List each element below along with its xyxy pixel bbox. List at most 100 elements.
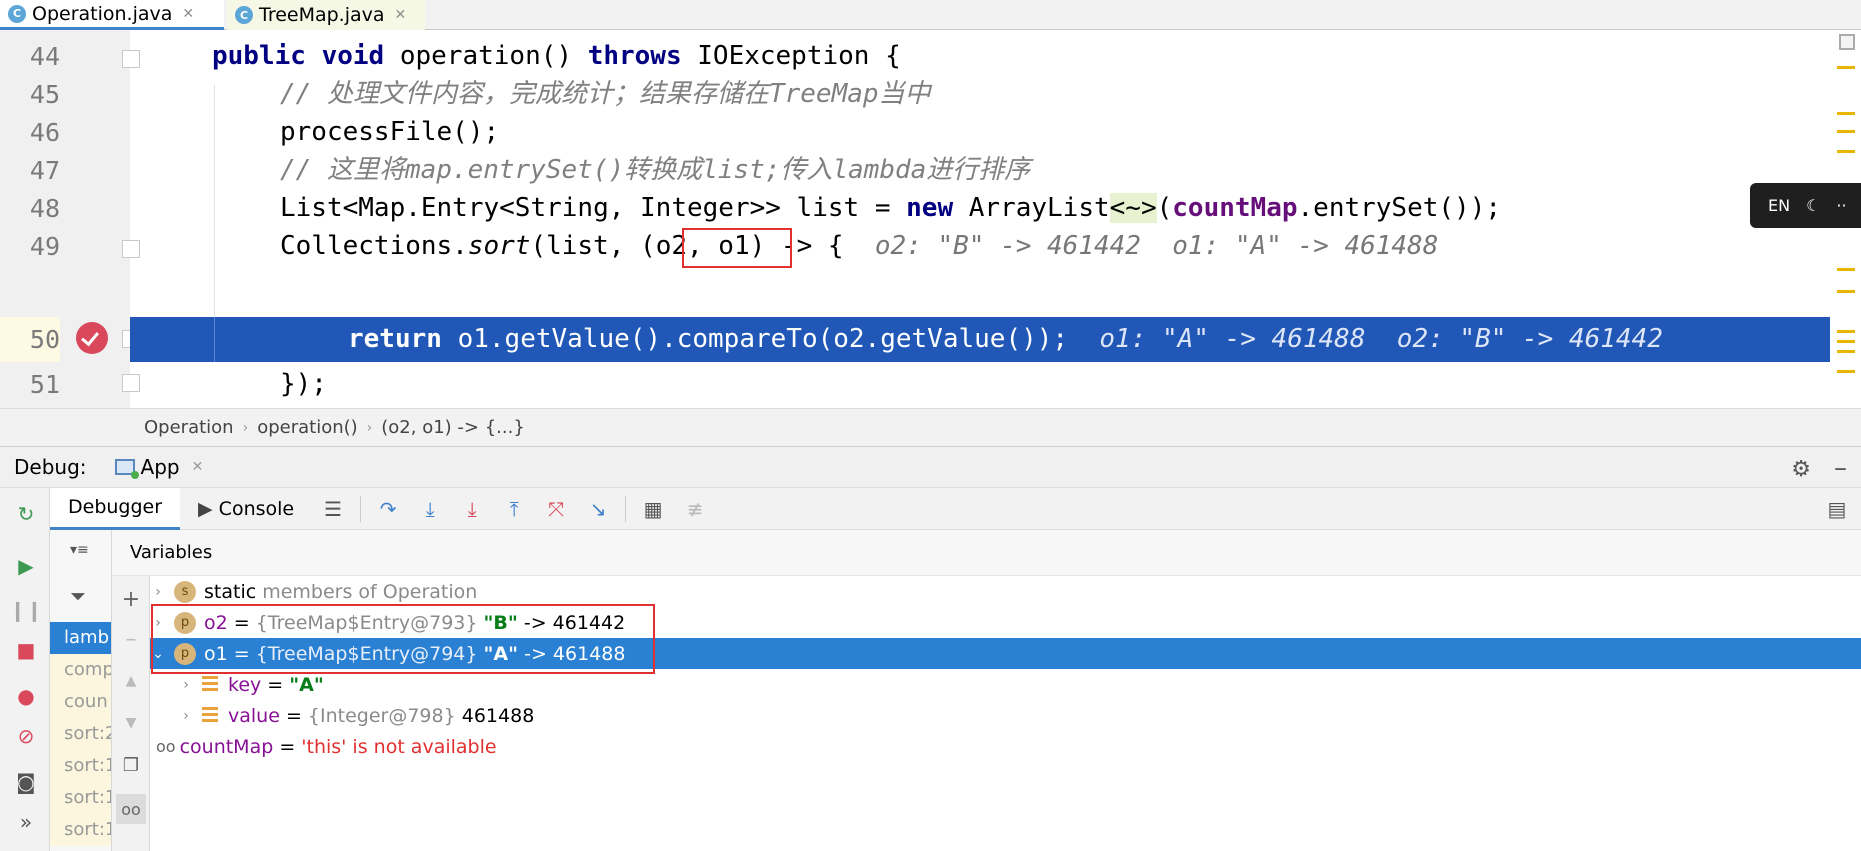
code-line-49[interactable]: Collections.sort(list, (o2, o1) -> { o2:… [280,224,1861,269]
code-line-50[interactable]: return o1.getValue().compareTo(o2.getVal… [348,317,1861,362]
var-value: 461488 [461,704,535,727]
ime-language[interactable]: EN [1768,196,1790,215]
stripe-mark[interactable] [1837,268,1855,271]
copy-icon[interactable]: ❐ [120,754,142,776]
run-to-cursor-icon[interactable]: ↘ [584,495,612,523]
layout-settings-icon[interactable]: ▤ [1823,495,1851,523]
stripe-mark[interactable] [1837,130,1855,133]
stripe-mark[interactable] [1837,290,1855,293]
stripe-mark[interactable] [1837,112,1855,115]
stack-frame[interactable]: sort:1 [50,750,111,782]
pause-icon[interactable]: ❙❙ [9,598,43,622]
stripe-mark[interactable] [1837,150,1855,153]
stack-frame[interactable]: comp [50,654,111,686]
drop-frame-icon[interactable]: ⤧ [542,495,570,523]
trace-icon[interactable]: ≢ [681,495,709,523]
remove-watch-icon[interactable]: – [120,627,142,652]
more-icon[interactable]: » [14,810,38,834]
evaluate-expression-icon[interactable]: ▦ [639,495,667,523]
fold-marker[interactable] [122,50,140,68]
stack-frame[interactable]: sort:1 [50,814,111,846]
add-watch-icon[interactable]: + [120,587,142,612]
stop-icon[interactable]: ■ [14,638,38,662]
tab-console[interactable]: ▶ Console [180,488,312,530]
var-name: static [204,580,257,603]
breadcrumb-item[interactable]: Operation [144,417,234,438]
console-icon: ▶ [198,497,213,520]
resume-icon[interactable]: ▶ [14,554,38,578]
variable-row[interactable]: › value = {Integer@798} 461488 [150,700,1861,731]
force-step-into-icon[interactable]: ⤓ [458,495,486,523]
rerun-icon[interactable]: ↻ [14,502,38,526]
chevron-right-icon: › [242,419,249,436]
inline-debug-hint: o2: "B" -> 461442 o1: "A" -> 461488 [874,231,1439,261]
gear-icon[interactable]: ⚙ [1791,457,1811,482]
variable-row[interactable]: oo countMap = 'this' is not available [150,731,1861,762]
breadcrumb-item[interactable]: operation() [257,417,357,438]
camera-icon[interactable]: ◙ [14,770,38,794]
var-value: 'this' is not available [301,735,497,758]
fold-marker[interactable] [122,240,140,258]
code-line-51[interactable]: }); [280,362,1861,407]
code-editor[interactable]: 44 45 46 47 48 49 50 51 public void oper… [0,30,1861,408]
chevron-right-icon: › [366,419,373,436]
fold-marker[interactable] [122,374,140,392]
filter-icon[interactable]: ⏷ [70,584,86,608]
stack-frame[interactable]: sort:1 [50,782,111,814]
variable-row[interactable]: › s static members of Operation [150,576,1861,607]
close-icon[interactable]: ✕ [182,6,194,22]
minimize-icon[interactable]: – [1834,453,1847,483]
breakpoint-icon[interactable] [76,322,108,354]
stripe-mark[interactable] [1837,340,1855,343]
toolbar-separator [360,495,362,522]
move-up-icon[interactable]: ▲ [120,670,142,692]
move-down-icon[interactable]: ▼ [120,712,142,734]
chevron-right-icon[interactable]: › [150,584,166,600]
debug-title: Debug: [14,455,87,479]
stack-frame[interactable]: coun [50,686,111,718]
moon-icon[interactable]: ☾ [1806,196,1820,215]
variables-actions: + – ▲ ▼ ❐ oo [112,576,150,851]
variables-header: Variables [112,530,1861,576]
stripe-mark[interactable] [1837,370,1855,373]
application-icon [114,459,139,479]
ime-toolbar[interactable]: EN ☾ ·· [1750,183,1861,228]
var-name: value [228,704,280,727]
line-number: 50 [0,317,60,362]
stack-frame[interactable]: sort:2 [50,718,111,750]
stripe-mark[interactable] [1837,350,1855,353]
stripe-mark[interactable] [1837,330,1855,333]
view-breakpoints-icon[interactable]: ● [14,684,38,708]
tab-label: Debugger [68,496,163,518]
var-name: countMap [179,735,274,758]
tab-debugger[interactable]: Debugger [50,487,181,530]
field-icon [202,706,218,725]
close-icon[interactable]: ✕ [192,459,204,475]
step-into-icon[interactable]: ⤓ [416,495,444,523]
var-ref: {Integer@798} [307,704,456,727]
tab-app-config[interactable]: App ✕ [114,455,204,479]
static-badge-icon: s [174,580,196,603]
step-over-icon[interactable]: ↷ [374,495,402,523]
breadcrumb-item[interactable]: (o2, o1) -> {...} [381,417,525,438]
current-execution-line[interactable]: return o1.getValue().compareTo(o2.getVal… [130,317,1830,362]
inspection-icon[interactable] [1839,34,1855,50]
step-out-icon[interactable]: ⤒ [500,495,528,523]
stack-frame[interactable]: lamb [50,622,111,654]
menu-icon[interactable]: ☰ [319,495,347,523]
stripe-mark[interactable] [1837,66,1855,69]
annotation-red-box [151,604,655,674]
var-desc: members of Operation [256,580,478,603]
var-name: key [228,673,262,696]
tab-operation-java[interactable]: C Operation.java ✕ [0,0,224,30]
chevron-right-icon[interactable]: › [178,677,194,693]
thread-selector-icon[interactable]: ▾≡ [70,542,89,558]
close-icon[interactable]: ✕ [395,7,407,23]
chevron-right-icon[interactable]: › [178,708,194,724]
settings-dots-icon[interactable]: ·· [1836,196,1846,215]
watches-glasses-icon[interactable]: oo [116,794,146,824]
tab-treemap-java[interactable]: C TreeMap.java ✕ [227,0,425,30]
mute-breakpoints-icon[interactable]: ⊘ [14,724,38,748]
tab-label: TreeMap.java [259,4,385,26]
debug-tool-window-header: Debug: App ✕ ⚙ – [0,446,1861,488]
